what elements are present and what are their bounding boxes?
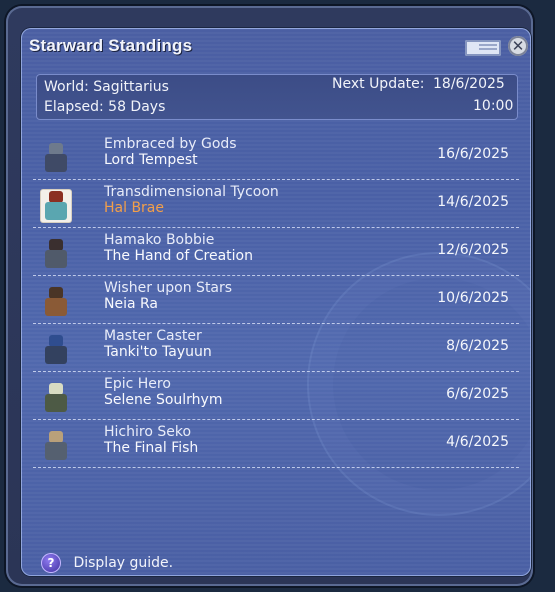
display-guide-link[interactable]: ? Display guide. [41,553,173,573]
help-icon: ? [41,553,61,573]
close-button[interactable]: ✕ [508,36,528,56]
entry-name: Selene Soulrhym [104,392,223,408]
entry-title: Transdimensional Tycoon [104,184,279,200]
display-guide-label: Display guide. [73,555,174,571]
next-update-time: 10:00 [473,98,514,114]
entry-title: Master Caster [104,328,202,344]
standings-row[interactable]: Transdimensional Tycoon Hal Brae 14/6/20… [33,180,519,228]
entry-date: 14/6/2025 [437,194,509,210]
standings-row[interactable]: Epic Hero Selene Soulrhym 6/6/2025 [33,372,519,420]
entry-name: Lord Tempest [104,152,198,168]
standings-row[interactable]: Master Caster Tanki'to Tayuun 8/6/2025 [33,324,519,372]
mage-sprite-icon [41,334,71,366]
elapsed-label: Elapsed: 58 Days [44,99,166,115]
entry-name: The Hand of Creation [104,248,253,264]
entry-title: Embraced by Gods [104,136,237,152]
menu-button[interactable] [465,40,501,56]
standings-row[interactable]: Hichiro Seko The Final Fish 4/6/2025 [33,420,519,468]
standings-panel: Starward Standings ✕ World: Sagittarius … [21,28,531,576]
info-box: World: Sagittarius Elapsed: 58 Days Next… [36,74,518,120]
standings-row[interactable]: Embraced by Gods Lord Tempest 16/6/2025 [33,132,519,180]
entry-date: 4/6/2025 [446,434,509,450]
hero-sprite-icon [41,382,71,414]
standings-list: Embraced by Gods Lord Tempest 16/6/2025 … [33,132,519,468]
entry-date: 16/6/2025 [437,146,509,162]
world-label: World: Sagittarius [44,79,169,95]
entry-title: Epic Hero [104,376,171,392]
fisher-sprite-icon [41,430,71,462]
next-update-label: Next Update: [332,76,425,92]
entry-title: Wisher upon Stars [104,280,233,296]
standings-row[interactable]: Hamako Bobbie The Hand of Creation 12/6/… [33,228,519,276]
entry-date: 12/6/2025 [437,242,509,258]
next-update-date: 18/6/2025 [433,76,505,92]
menu-lines-icon [479,44,497,52]
standings-row[interactable]: Wisher upon Stars Neia Ra 10/6/2025 [33,276,519,324]
ranger-sprite-icon [41,286,71,318]
warrior-sprite-icon [41,238,71,270]
close-icon: ✕ [511,37,525,55]
player-sprite-icon [41,190,71,222]
knight-sprite-icon [41,142,71,174]
entry-name: Hal Brae [104,200,164,216]
entry-name: Tanki'to Tayuun [104,344,212,360]
entry-name: Neia Ra [104,296,159,312]
standings-window: Starward Standings ✕ World: Sagittarius … [6,6,533,586]
entry-title: Hichiro Seko [104,424,192,440]
window-title: Starward Standings [29,36,193,55]
entry-name: The Final Fish [104,440,199,456]
entry-date: 10/6/2025 [437,290,509,306]
entry-date: 6/6/2025 [446,386,509,402]
entry-title: Hamako Bobbie [104,232,215,248]
entry-date: 8/6/2025 [446,338,509,354]
